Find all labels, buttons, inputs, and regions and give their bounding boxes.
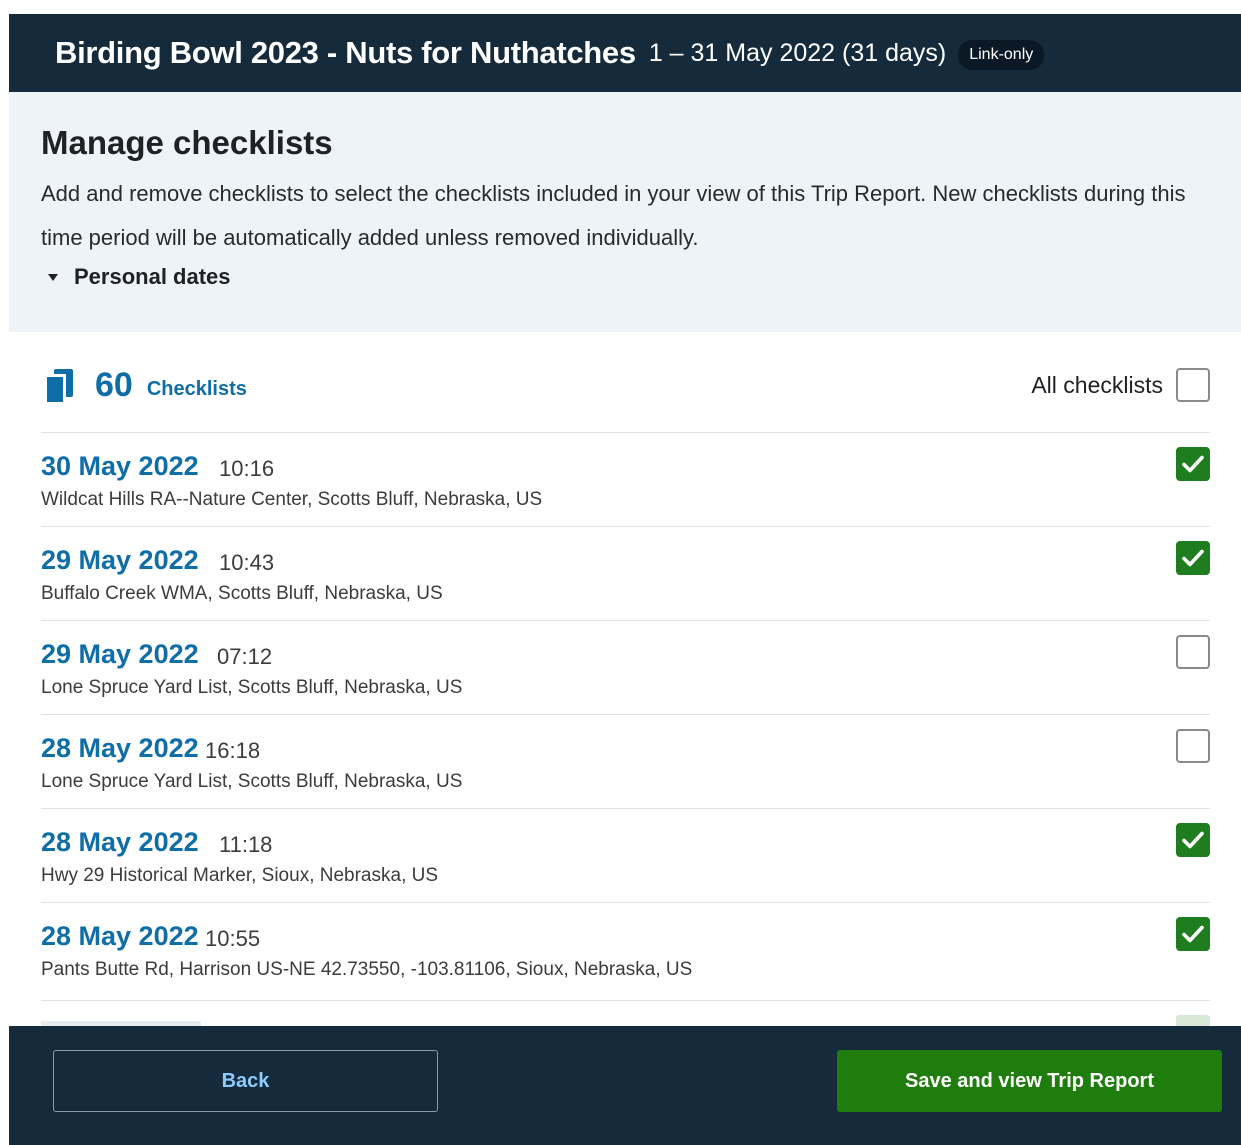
checklist-time: 11:18 [219, 832, 273, 857]
footer-bar: Back Save and view Trip Report [9, 1026, 1241, 1145]
checklists-icon [47, 369, 73, 402]
checklist-time: 10:55 [205, 926, 261, 951]
checklist-row[interactable]: 28 May 2022 11:18 Hwy 29 Historical Marker… [41, 808, 1210, 902]
checklist-row[interactable]: 28 May 2022 16:18 Lone Spruce Yard List, S… [41, 714, 1210, 808]
checkmark-icon [1182, 831, 1204, 849]
checkmark-icon [1182, 549, 1204, 567]
checkmark-icon [1182, 925, 1204, 943]
checklist-date-link[interactable]: 28 May 2022 [41, 827, 199, 858]
checklist-count-row: 60 Checklists All checklists [41, 360, 1210, 410]
checklist-row[interactable]: 29 May 2022 07:12 Lone Spruce Yard List, S… [41, 620, 1210, 714]
checklist-location: Wildcat Hills RA--Nature Center, Scotts … [41, 489, 543, 510]
checklist-location: Pants Butte Rd, Harrison US-NE 42.73550,… [41, 959, 693, 980]
checklist-checkbox[interactable] [1176, 541, 1210, 575]
checklist-date-link[interactable]: 30 May 2022 [41, 451, 199, 482]
checklist-count-label: Checklists [146, 377, 247, 400]
checklist-location: Hwy 29 Historical Marker, Sioux, Nebrask… [41, 865, 439, 886]
checklist-time: 16:18 [205, 738, 261, 763]
checkmark-icon [1182, 455, 1204, 473]
personal-dates-label: Personal dates [74, 264, 231, 289]
checklist-checkbox[interactable] [1176, 729, 1210, 763]
checklist-date-link[interactable]: 29 May 2022 [41, 639, 199, 670]
page-title: Manage checklists [41, 124, 333, 161]
checklist-list: 30 May 2022 10:16 Wildcat Hills RA--Nature… [41, 432, 1210, 996]
checklist-count: 60 [95, 365, 133, 404]
checklist-checkbox[interactable] [1176, 823, 1210, 857]
checklist-time: 07:12 [217, 644, 273, 669]
trip-report-header: Birding Bowl 2023 - Nuts for Nuthatches … [9, 14, 1241, 92]
checklist-checkbox[interactable] [1176, 447, 1210, 481]
save-and-view-button[interactable]: Save and view Trip Report [837, 1050, 1222, 1112]
checklist-time: 10:16 [219, 456, 275, 481]
checklist-date-link[interactable]: 28 May 2022 [41, 921, 199, 952]
manage-checklists-panel: Manage checklists Add and remove checkli… [9, 92, 1241, 332]
caret-down-icon [48, 273, 58, 281]
checklist-location: Lone Spruce Yard List, Scotts Bluff, Neb… [41, 771, 463, 792]
back-button[interactable]: Back [53, 1050, 438, 1112]
checklist-checkbox[interactable] [1176, 635, 1210, 669]
checklist-row[interactable]: 30 May 2022 10:16 Wildcat Hills RA--Nature… [41, 432, 1210, 526]
checklist-row[interactable]: 29 May 2022 10:43 Buffalo Creek WMA, Scott… [41, 526, 1210, 620]
checklist-date-link[interactable]: 28 May 2022 [41, 733, 199, 764]
trip-report-title: Birding Bowl 2023 - Nuts for Nuthatches [55, 35, 636, 70]
trip-date-range: 1 – 31 May 2022 (31 days) [648, 38, 947, 67]
checklist-date-link[interactable]: 29 May 2022 [41, 545, 199, 576]
all-checklists-checkbox[interactable] [1176, 368, 1210, 402]
personal-dates-toggle[interactable]: Personal dates [41, 264, 1241, 290]
checklist-location: Buffalo Creek WMA, Scotts Bluff, Nebrask… [41, 583, 443, 604]
checklist-time: 10:43 [219, 550, 275, 575]
checklist-checkbox[interactable] [1176, 917, 1210, 951]
manage-description: Add and remove checklists to select the … [41, 181, 1186, 250]
visibility-badge: Link-only [958, 40, 1045, 70]
all-checklists-toggle[interactable]: All checklists [1031, 368, 1210, 402]
checklist-location: Lone Spruce Yard List, Scotts Bluff, Neb… [41, 677, 463, 698]
checklist-row[interactable]: 28 May 2022 10:55 Pants Butte Rd, Harrison… [41, 902, 1210, 996]
all-checklists-label: All checklists [1031, 371, 1163, 398]
